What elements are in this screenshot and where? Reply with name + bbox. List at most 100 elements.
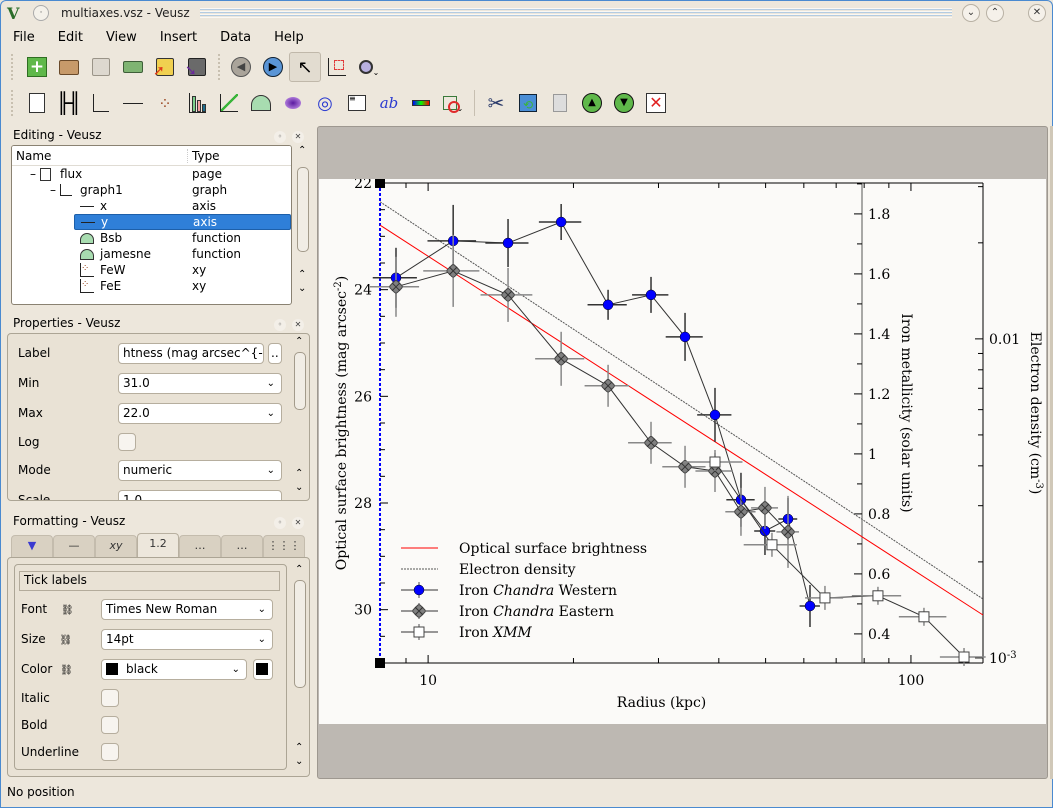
add-function-button[interactable] (245, 88, 277, 118)
scroll-thumb[interactable] (294, 580, 306, 688)
save-as-button[interactable]: ➘ (181, 52, 213, 82)
add-fit-button[interactable] (213, 88, 245, 118)
export-button[interactable]: ➚ (149, 52, 181, 82)
scroll-thumb[interactable] (297, 167, 309, 252)
tree-row[interactable]: ⁘ FeE xy (12, 278, 291, 294)
open-button[interactable] (53, 52, 85, 82)
scroll-down-icon[interactable]: ⌄ (298, 283, 306, 294)
format-tab[interactable]: xy (95, 535, 137, 557)
format-tab[interactable]: — (53, 535, 95, 557)
format-tab[interactable]: … (179, 535, 221, 557)
chart-svg[interactable]: 10 100 Radius (kpc) 22 24 26 28 30 Optical surfa… (319, 176, 1046, 724)
legend-marker[interactable] (413, 626, 425, 638)
mode-combo[interactable]: numeric ⌄ (118, 459, 282, 481)
next-page-button[interactable]: ▶ (257, 52, 289, 82)
data-point[interactable] (709, 456, 721, 468)
data-point[interactable] (602, 299, 614, 311)
tree-scrollbar[interactable]: ⌃ ⌃ ⌄ (296, 145, 310, 303)
add-graph-button[interactable] (85, 88, 117, 118)
move-down-button[interactable]: ▼ (608, 88, 640, 118)
print-button[interactable] (117, 52, 149, 82)
tree-row[interactable]: ⁘ FeW xy (12, 262, 291, 278)
previous-page-button[interactable]: ◀ (225, 52, 257, 82)
scroll-up-icon[interactable]: ⌃ (295, 564, 303, 575)
expander-icon[interactable]: – (12, 167, 40, 181)
scroll-thumb[interactable] (294, 352, 306, 410)
maximize-button[interactable]: ⌃ (986, 4, 1004, 22)
menu-data[interactable]: Data (220, 30, 251, 45)
format-tab[interactable]: … (221, 535, 263, 557)
min-combo[interactable]: 31.0 ⌄ (118, 372, 282, 394)
data-point[interactable] (502, 237, 514, 249)
add-axis-button[interactable] (117, 88, 149, 118)
data-point[interactable] (918, 611, 930, 623)
select-pointer-button[interactable]: ↖ (289, 52, 321, 82)
data-point[interactable] (645, 289, 657, 301)
float-dock-button[interactable]: ◦ (274, 516, 286, 529)
tree-row[interactable]: jamesne function (12, 246, 291, 262)
save-button[interactable] (85, 52, 117, 82)
italic-checkbox[interactable] (101, 689, 119, 707)
scroll-up-icon[interactable]: ⌃ (295, 468, 303, 479)
data-point[interactable] (555, 216, 567, 228)
close-dock-button[interactable]: ✕ (292, 516, 304, 529)
scale-input[interactable]: 1.0 (118, 489, 282, 500)
max-combo[interactable]: 22.0 ⌄ (118, 402, 282, 424)
font-combo[interactable]: Times New Roman ⌄ (101, 598, 273, 620)
scroll-up-icon[interactable]: ⌃ (295, 336, 303, 347)
cut-button[interactable]: ✂ (480, 88, 512, 118)
menu-insert[interactable]: Insert (160, 30, 197, 45)
data-point[interactable] (958, 651, 970, 663)
zoom-graph-axes-button[interactable] (321, 52, 353, 82)
format-tab[interactable]: ⋮⋮⋮ (263, 535, 305, 557)
add-contour-button[interactable]: ◎ (309, 88, 341, 118)
tree-row[interactable]: y axis (74, 214, 291, 230)
hide-checkbox[interactable] (101, 769, 119, 770)
window-menu-button[interactable]: · (33, 5, 49, 21)
add-image-button[interactable] (277, 88, 309, 118)
menu-help[interactable]: Help (274, 30, 304, 45)
properties-scrollbar[interactable]: ⌃ ⌃ ⌄ (293, 336, 307, 498)
scroll-down-icon[interactable]: ⌄ (295, 482, 303, 493)
link-icon[interactable]: ⛓ (61, 605, 74, 616)
bold-checkbox[interactable] (101, 716, 119, 734)
close-dock-button[interactable]: ✕ (292, 130, 304, 143)
data-point[interactable] (804, 600, 816, 612)
float-dock-button[interactable]: ◦ (274, 130, 286, 143)
data-point[interactable] (766, 539, 778, 551)
toolbar-grip[interactable] (11, 54, 15, 80)
label-input[interactable]: htness (mag arcsec^{-2}) (118, 342, 264, 364)
function-line[interactable] (379, 201, 984, 600)
tree-row[interactable]: – flux page (12, 166, 291, 182)
paste-button[interactable] (544, 88, 576, 118)
add-grid-button[interactable]: ╟╢ (53, 88, 85, 118)
legend-marker[interactable] (413, 584, 425, 596)
minimize-button[interactable]: ⌄ (962, 4, 980, 22)
zoom-menu-button[interactable]: ⌄ (353, 52, 385, 82)
underline-checkbox[interactable] (101, 743, 119, 761)
format-tab[interactable]: ▼ (11, 535, 53, 557)
data-point[interactable] (819, 592, 831, 604)
link-icon[interactable]: ⛓ (59, 635, 72, 646)
tree-row[interactable]: x axis (12, 198, 291, 214)
color-picker-button[interactable] (253, 658, 273, 680)
color-combo[interactable]: black ⌄ (101, 658, 247, 680)
size-combo[interactable]: 14pt ⌄ (101, 628, 273, 650)
tree-row[interactable]: – graph1 graph (12, 182, 291, 198)
add-shape-button[interactable]: ⌄ (437, 88, 469, 118)
toolbar-grip[interactable] (11, 90, 15, 116)
menu-file[interactable]: File (13, 30, 35, 45)
plot-page[interactable]: 10 100 Radius (kpc) 22 24 26 28 30 Optical surfa… (319, 176, 1046, 724)
close-window-button[interactable]: ✕ (1028, 4, 1046, 22)
menu-edit[interactable]: Edit (58, 30, 83, 45)
add-page-button[interactable] (21, 88, 53, 118)
log-checkbox[interactable] (118, 433, 136, 451)
data-point[interactable] (709, 409, 721, 421)
float-dock-button[interactable]: ◦ (274, 318, 286, 331)
add-bar-button[interactable] (181, 88, 213, 118)
tree-row[interactable]: Bsb function (12, 230, 291, 246)
link-icon[interactable]: ⛓ (60, 665, 73, 676)
data-point[interactable] (872, 590, 884, 602)
label-edit-button[interactable]: .. (268, 342, 282, 364)
scroll-up-icon[interactable]: ⌃ (298, 145, 306, 156)
